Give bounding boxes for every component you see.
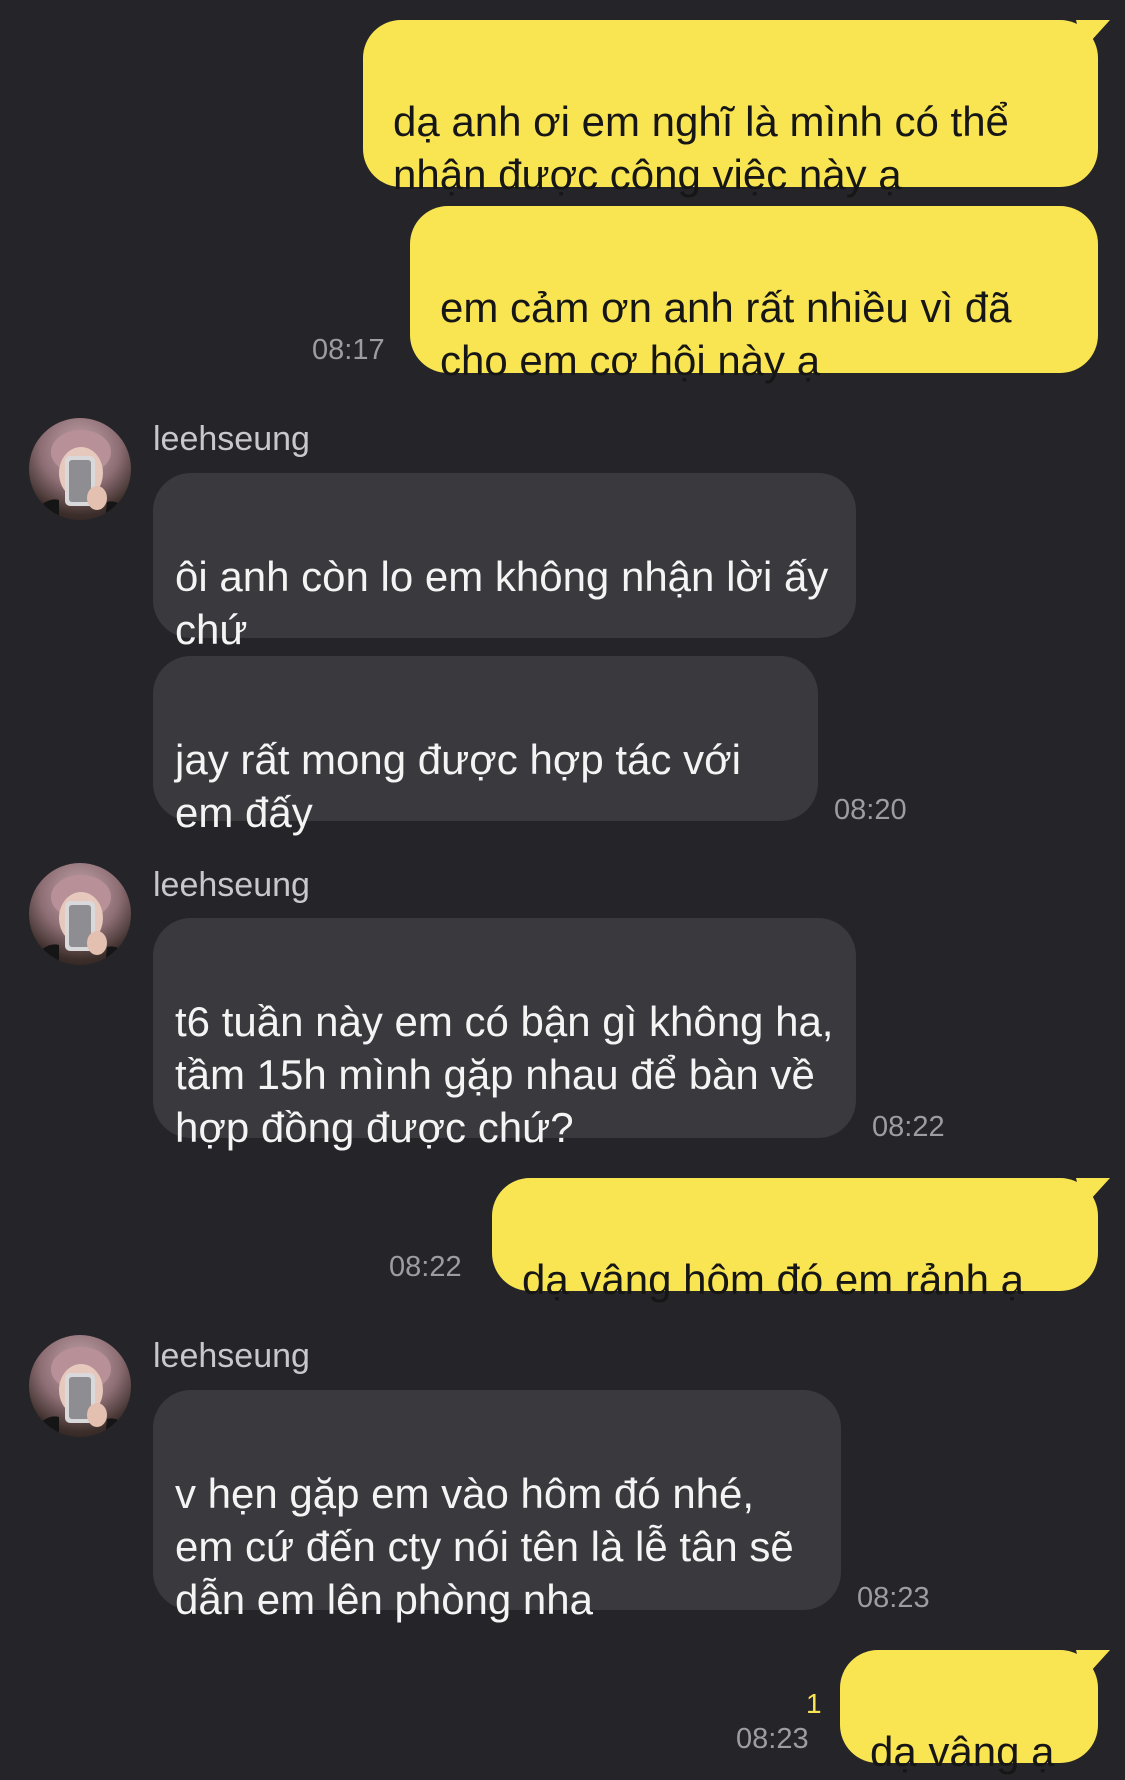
outgoing-message[interactable]: dạ vâng hôm đó em rảnh ạ [492,1178,1110,1303]
bubble-tail [1076,1178,1110,1208]
incoming-message[interactable]: ôi anh còn lo em không nhận lời ấy chứ [153,473,856,653]
sender-name: leehseung [153,866,310,904]
message-text: dạ vâng ạ [870,1728,1055,1775]
avatar[interactable] [29,863,131,965]
user-avatar-icon [29,1347,131,1437]
bubble-tail [1076,20,1110,50]
sender-name: leehseung [153,1337,310,1375]
message-text: em cảm ơn anh rất nhiều vì đã cho em cơ … [440,284,1012,384]
outgoing-message[interactable]: dạ vâng ạ [840,1650,1110,1775]
incoming-message[interactable]: v hẹn gặp em vào hôm đó nhé, em cứ đến c… [153,1390,841,1623]
incoming-message[interactable]: t6 tuần này em có bận gì không ha, tầm 1… [153,918,856,1151]
user-avatar-icon [29,430,131,520]
message-text: jay rất mong được hợp tác với em đấy [175,736,741,836]
user-avatar-icon [29,875,131,965]
avatar[interactable] [29,418,131,520]
message-timestamp: 08:23 [857,1582,930,1614]
message-text: dạ anh ơi em nghĩ là mình có thể nhận đư… [393,98,1009,198]
message-text: v hẹn gặp em vào hôm đó nhé, em cứ đến c… [175,1470,794,1623]
incoming-message[interactable]: jay rất mong được hợp tác với em đấy [153,656,818,836]
message-text: t6 tuần này em có bận gì không ha, tầm 1… [175,998,834,1151]
bubble-tail [1076,1650,1110,1680]
avatar[interactable] [29,1335,131,1437]
message-timestamp: 08:22 [872,1111,945,1143]
outgoing-message[interactable]: dạ anh ơi em nghĩ là mình có thể nhận đư… [363,20,1110,198]
message-timestamp: 08:20 [834,794,907,826]
outgoing-message[interactable]: em cảm ơn anh rất nhiều vì đã cho em cơ … [410,206,1098,384]
message-text: ôi anh còn lo em không nhận lời ấy chứ [175,553,829,653]
message-timestamp: 08:17 [312,334,385,366]
unread-count: 1 [806,1688,822,1719]
sender-name: leehseung [153,420,310,458]
message-timestamp: 08:23 [736,1723,809,1755]
message-timestamp: 08:22 [389,1251,462,1283]
chat-thread: dạ anh ơi em nghĩ là mình có thể nhận đư… [0,0,1125,1780]
message-text: dạ vâng hôm đó em rảnh ạ [522,1256,1024,1303]
